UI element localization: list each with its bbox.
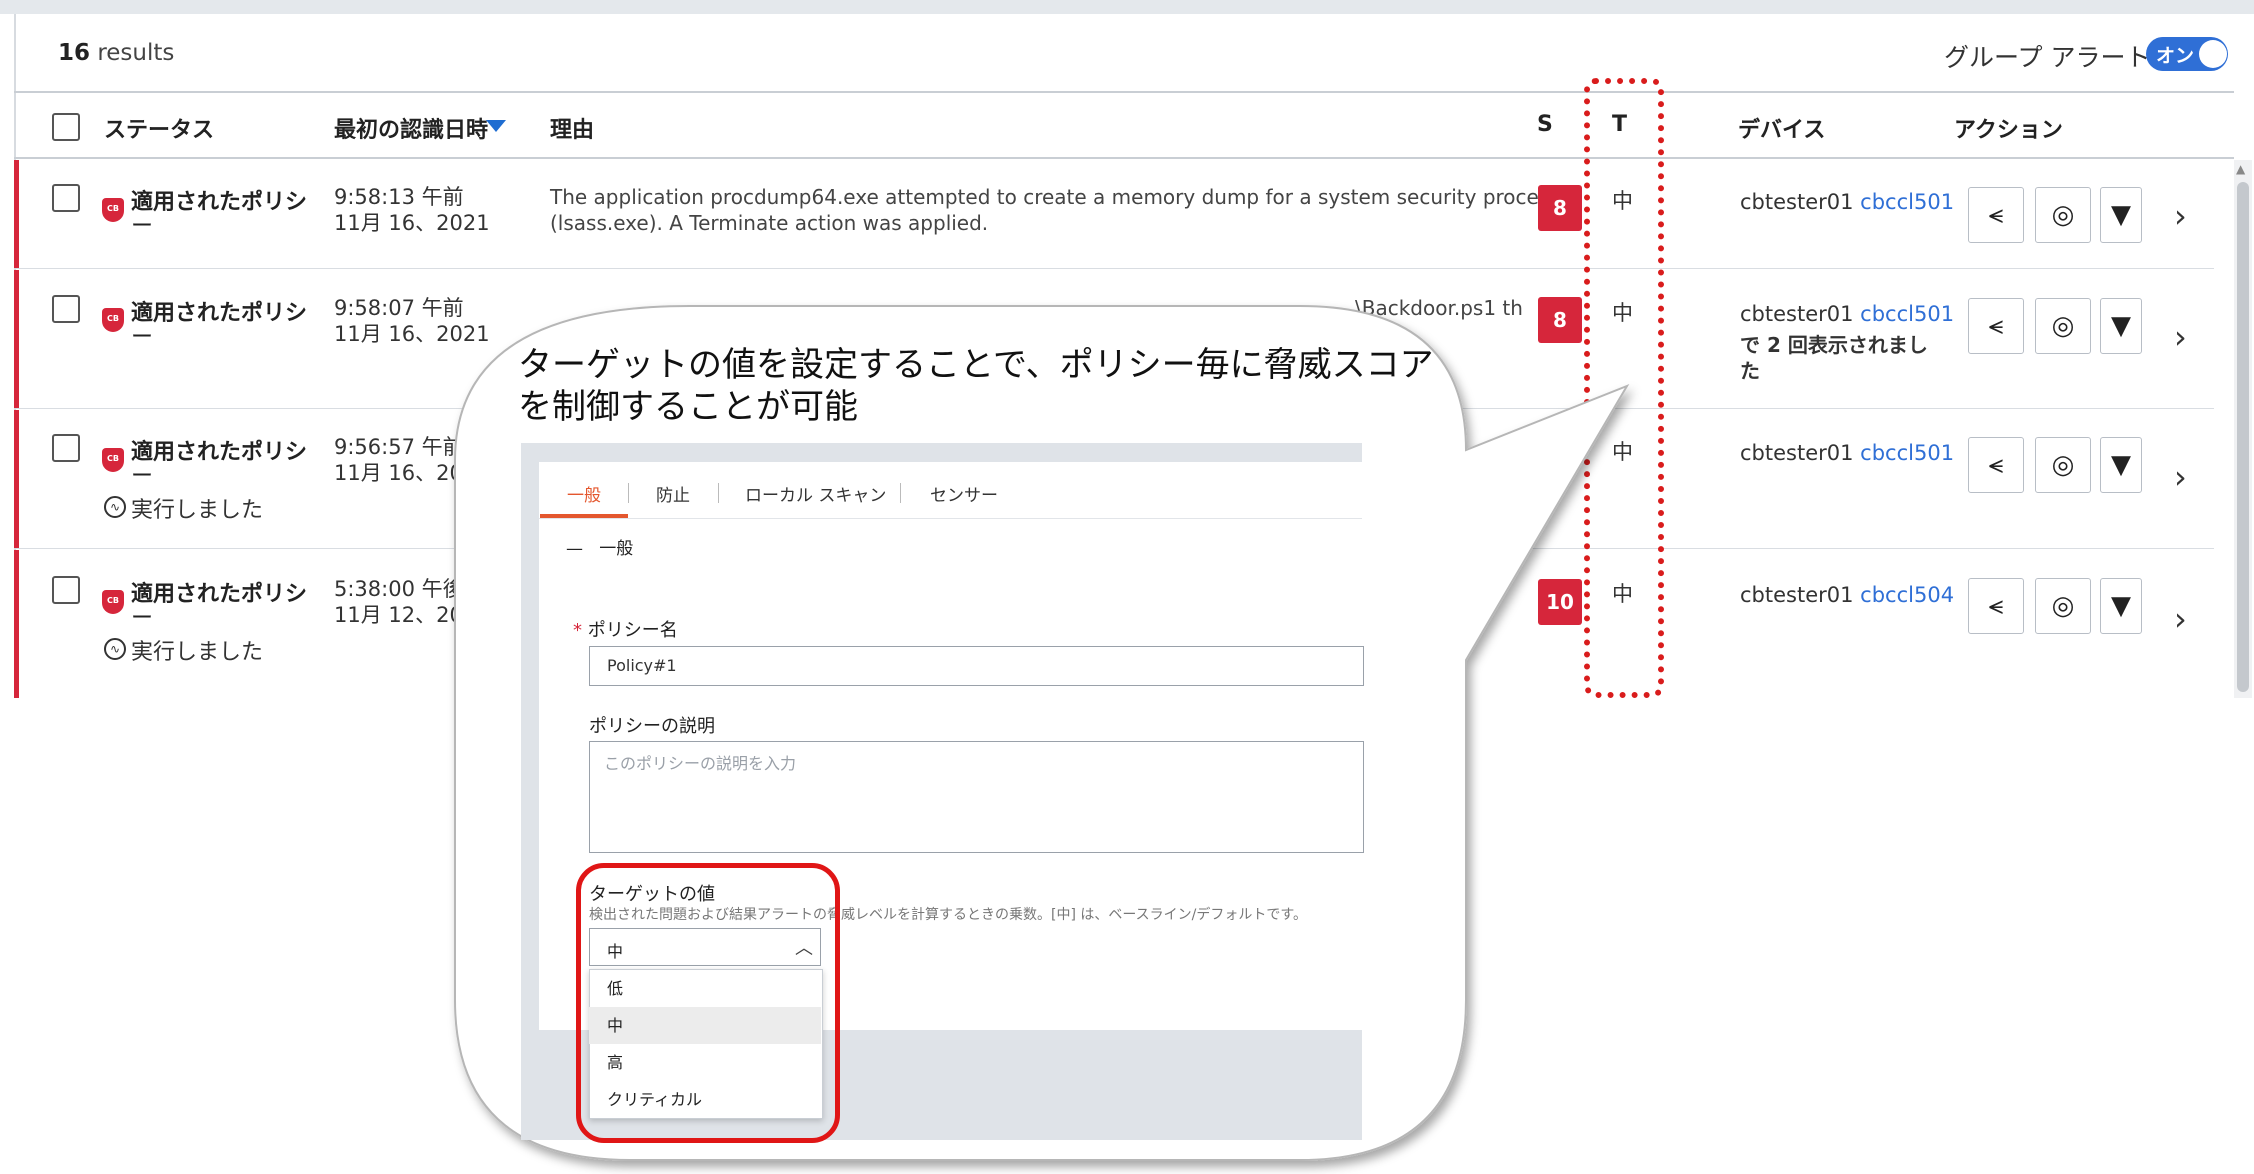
tab-sensor[interactable]: センサー bbox=[930, 481, 998, 506]
tab-general[interactable]: 一般 bbox=[567, 481, 601, 506]
tab-separator bbox=[900, 483, 901, 503]
tab-separator bbox=[628, 483, 629, 503]
callout-text: ターゲットの値を設定することで、ポリシー毎に脅威スコア を制御することが可能 bbox=[518, 345, 1434, 427]
policy-name-input[interactable] bbox=[589, 646, 1364, 686]
target-value-highlight bbox=[576, 863, 840, 1143]
policy-description-label: ポリシーの説明 bbox=[589, 716, 715, 737]
tab-baseline bbox=[539, 518, 1362, 519]
tab-separator bbox=[718, 483, 719, 503]
policy-description-placeholder: このポリシーの説明を入力 bbox=[604, 754, 797, 773]
policy-name-label: * ポリシー名 bbox=[573, 620, 678, 641]
tab-local-scan[interactable]: ローカル スキャン bbox=[745, 481, 886, 506]
tab-active-indicator bbox=[540, 514, 628, 518]
tab-prevention[interactable]: 防止 bbox=[656, 481, 690, 506]
section-general[interactable]: — 一般 bbox=[566, 534, 633, 559]
policy-name-value: Policy#1 bbox=[607, 656, 677, 675]
